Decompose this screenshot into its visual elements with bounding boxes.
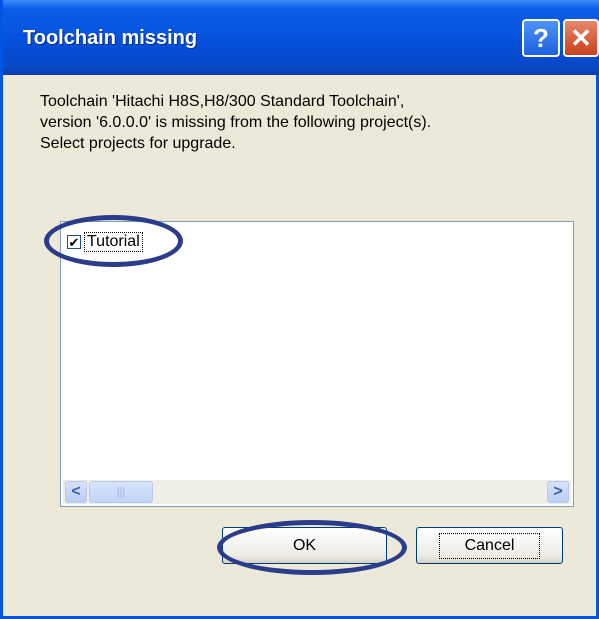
help-icon: ? [533,22,549,53]
chevron-right-icon: > [553,483,563,500]
help-button[interactable]: ? [522,19,560,57]
message-line: Toolchain 'Hitachi H8S,H8/300 Standard T… [40,93,405,110]
scroll-right-button[interactable]: > [547,481,569,503]
project-checkbox[interactable]: ✔ [67,235,81,249]
checkmark-icon: ✔ [68,234,80,250]
dialog-title: Toolchain missing [23,27,198,49]
message-line: version '6.0.0.0' is missing from the fo… [40,114,432,131]
scrollbar-thumb[interactable]: ||| [89,481,153,503]
scroll-left-button[interactable]: < [65,481,87,503]
close-icon: ✕ [570,22,592,53]
title-bar[interactable]: Toolchain missing ? ✕ [3,0,599,75]
message-text: Toolchain 'Hitachi H8S,H8/300 Standard T… [40,91,590,154]
project-label: Tutorial [84,232,143,252]
cancel-button[interactable]: Cancel [416,527,563,564]
close-button[interactable]: ✕ [563,19,599,57]
toolchain-missing-dialog: Toolchain missing ? ✕ Toolchain 'Hitachi… [0,0,599,619]
horizontal-scrollbar[interactable]: < ||| > [63,480,571,504]
ok-button[interactable]: OK [222,527,387,564]
chevron-left-icon: < [71,483,81,500]
project-item-tutorial[interactable]: ✔ Tutorial [67,232,143,252]
message-line: Select projects for upgrade. [40,135,236,152]
grip-icon: ||| [116,486,126,498]
project-listbox[interactable]: ✔ Tutorial < ||| > [60,221,574,507]
cancel-button-label: Cancel [438,532,541,559]
